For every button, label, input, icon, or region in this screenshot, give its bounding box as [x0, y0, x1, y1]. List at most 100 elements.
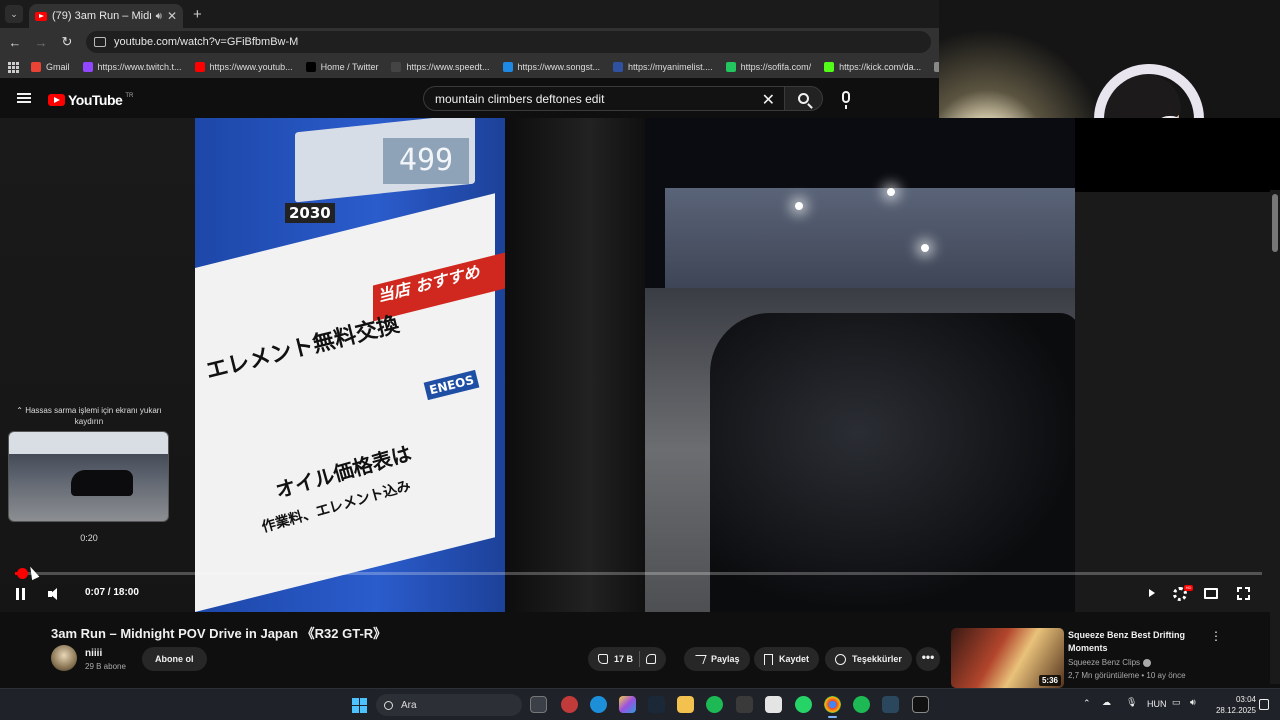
apps-grid-icon[interactable]: [8, 61, 19, 73]
chrome-icon[interactable]: [824, 696, 841, 718]
opera-gx-icon[interactable]: [561, 696, 578, 713]
video-info-section: 3am Run – Midnight POV Drive in Japan 《R…: [0, 612, 1270, 688]
mic-tray-icon[interactable]: 🎙︎: [1126, 697, 1137, 708]
like-count[interactable]: 17 B: [614, 654, 633, 664]
share-label: Paylaş: [711, 654, 740, 664]
taskbar-search[interactable]: Ara: [376, 694, 522, 716]
dislike-icon[interactable]: [646, 654, 657, 664]
browser-toolbar: ← → ↻ youtube.com/watch?v=GFiBfbmBw-M: [0, 28, 940, 56]
windows-start-icon[interactable]: [352, 698, 367, 713]
search-input[interactable]: mountain climbers deftones edit ✕: [423, 86, 786, 111]
save-label: Kaydet: [779, 654, 810, 664]
menu-icon[interactable]: [17, 93, 31, 103]
bookmark-item[interactable]: https://sofifa.com/: [725, 62, 811, 72]
bookmark-favicon-icon: [305, 62, 316, 72]
channel-name[interactable]: niiii: [85, 648, 102, 659]
video-frame[interactable]: 499 2030 当店 おすすめ エレメント無料交換 ENEOS オイル価格表は…: [195, 118, 1075, 612]
page-scrollbar[interactable]: [1270, 190, 1280, 684]
taskbar-search-placeholder: Ara: [401, 699, 417, 711]
bookmark-label: Home / Twitter: [320, 62, 379, 72]
share-icon: [692, 654, 707, 664]
recommended-thumbnail[interactable]: 5:36: [951, 628, 1064, 688]
player-side-panel-right: [1075, 192, 1270, 612]
bookmark-label: https://kick.com/da...: [839, 62, 922, 72]
youtube-logo[interactable]: YouTube TR: [48, 92, 133, 108]
pause-icon[interactable]: [15, 588, 26, 600]
spotify-icon[interactable]: [706, 696, 723, 713]
file-explorer-icon[interactable]: [677, 696, 694, 713]
bookmark-label: https://www.twitch.t...: [97, 62, 182, 72]
bookmark-favicon-icon: [725, 62, 736, 72]
app-icon[interactable]: [736, 696, 753, 713]
thanks-button[interactable]: Teşekkürler: [825, 647, 912, 671]
language-indicator[interactable]: HUN: [1147, 699, 1167, 709]
bookmark-item[interactable]: Home / Twitter: [305, 62, 379, 72]
search-button[interactable]: [784, 86, 823, 111]
whatsapp-icon[interactable]: [795, 696, 812, 713]
video-title: 3am Run – Midnight POV Drive in Japan 《R…: [51, 626, 387, 641]
bookmark-item[interactable]: https://kick.com/da...: [824, 62, 921, 72]
reload-button[interactable]: ↻: [56, 34, 78, 50]
scrollbar-thumb[interactable]: [1272, 194, 1278, 252]
search-icon: [384, 700, 393, 710]
tray-chevron-icon[interactable]: ⌃: [1083, 698, 1091, 709]
subscribe-button[interactable]: Abone ol: [142, 647, 207, 671]
bookmark-item[interactable]: https://www.youtub...: [194, 62, 293, 72]
task-view-icon[interactable]: [530, 696, 547, 713]
bookmark-item[interactable]: https://www.twitch.t...: [82, 62, 182, 72]
clear-search-button[interactable]: ✕: [762, 90, 775, 110]
more-actions-button[interactable]: •••: [916, 647, 940, 671]
recommended-title[interactable]: Squeeze Benz Best Drifting Moments: [1068, 629, 1198, 655]
back-button[interactable]: ←: [4, 35, 26, 50]
steam-icon-2[interactable]: [882, 696, 899, 713]
site-info-icon[interactable]: [94, 37, 106, 47]
search-query: mountain climbers deftones edit: [435, 91, 605, 106]
autoplay-icon[interactable]: [1149, 589, 1155, 597]
progress-bar[interactable]: [15, 568, 1262, 579]
spotify-icon-2[interactable]: [853, 696, 870, 713]
scrub-preview-time: 0:20: [80, 533, 98, 543]
like-icon[interactable]: [598, 654, 608, 664]
cloud-icon[interactable]: ☁: [1102, 697, 1111, 708]
browser-tab-active[interactable]: (79) 3am Run – Midnight P 🔊︎ ✕: [29, 4, 183, 28]
clock-date: 28.12.2025: [1215, 706, 1256, 715]
copilot-icon[interactable]: [619, 696, 636, 713]
bookmark-item[interactable]: https://www.speedt...: [391, 62, 490, 72]
network-icon[interactable]: ▭: [1172, 697, 1181, 708]
tab-close-button[interactable]: ✕: [167, 9, 177, 23]
bookmark-favicon-icon: [194, 62, 205, 72]
recommended-menu-button[interactable]: ⋮: [1210, 629, 1222, 643]
thanks-icon: [835, 653, 846, 665]
channel-avatar[interactable]: [51, 645, 77, 671]
hd-badge: HD: [1184, 585, 1193, 591]
share-button[interactable]: Paylaş: [684, 647, 750, 671]
bookmark-item[interactable]: https://myanimelist....: [613, 62, 713, 72]
bookmark-item[interactable]: Gmail: [31, 62, 70, 72]
volume-icon[interactable]: [48, 588, 62, 600]
bookmark-favicon-icon: [613, 62, 624, 72]
edge-icon[interactable]: [590, 696, 607, 713]
save-button[interactable]: Kaydet: [754, 647, 820, 671]
tab-search-button[interactable]: ⌄: [5, 5, 23, 23]
speaker-icon[interactable]: 🔊︎: [156, 11, 162, 22]
notification-icon[interactable]: [1259, 699, 1269, 710]
microsoft-store-icon[interactable]: [765, 696, 782, 713]
recommended-channel[interactable]: Squeeze Benz Clips: [1068, 658, 1152, 667]
obs-icon[interactable]: [912, 696, 929, 713]
search-icon: [798, 93, 809, 104]
theater-mode-icon[interactable]: [1204, 588, 1218, 599]
bookmark-item[interactable]: https://www.songst...: [502, 62, 600, 72]
video-player[interactable]: 499 2030 当店 おすすめ エレメント無料交換 ENEOS オイル価格表は…: [0, 118, 1280, 612]
windows-taskbar: Ara ⌃ ☁ 🎙︎ HUN ▭ 🔊︎ 03:04 28.12.2025: [0, 688, 1280, 720]
system-clock[interactable]: 03:04 28.12.2025: [1208, 694, 1256, 716]
forward-button[interactable]: →: [30, 35, 52, 50]
fullscreen-icon[interactable]: [1237, 587, 1250, 600]
address-bar[interactable]: youtube.com/watch?v=GFiBfbmBw-M: [86, 31, 931, 53]
like-divider: [639, 651, 641, 667]
microphone-icon[interactable]: [842, 91, 850, 109]
new-tab-button[interactable]: +: [193, 6, 202, 23]
steam-icon[interactable]: [648, 696, 665, 713]
scrub-preview-thumbnail: [8, 431, 169, 522]
volume-tray-icon[interactable]: 🔊︎: [1190, 697, 1196, 708]
bookmark-icon: [764, 653, 773, 665]
